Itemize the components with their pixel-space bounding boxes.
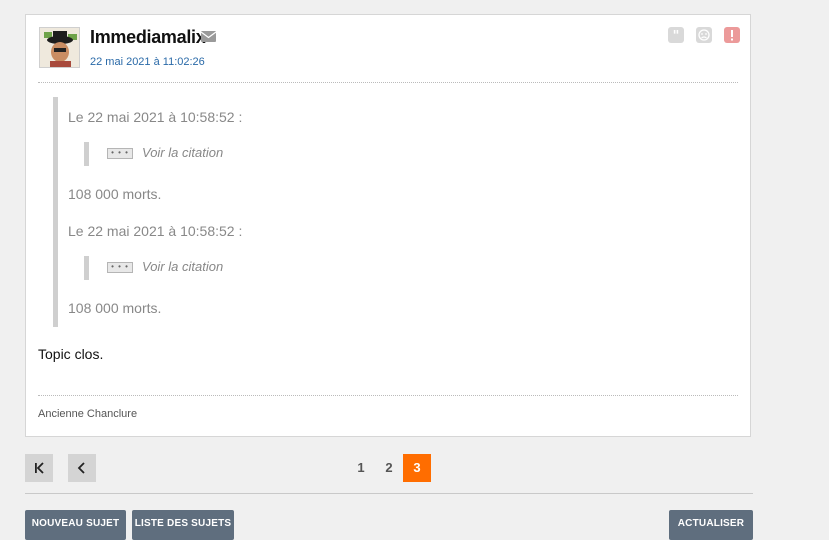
author-name[interactable]: Immediamalix bbox=[90, 27, 206, 48]
first-page-icon bbox=[35, 462, 44, 474]
quote-header: Le 22 mai 2021 à 10:58:52 : bbox=[68, 223, 243, 239]
quote-body: 108 000 morts. bbox=[68, 300, 162, 316]
signature: Ancienne Chanclure bbox=[38, 408, 138, 420]
quote-header: Le 22 mai 2021 à 10:58:52 : bbox=[68, 109, 243, 125]
chevron-left-icon bbox=[77, 462, 85, 474]
page-link-2[interactable]: 2 bbox=[375, 454, 403, 482]
page-link-3-current[interactable]: 3 bbox=[403, 454, 431, 482]
post-date[interactable]: 22 mai 2021 à 11:02:26 bbox=[90, 56, 205, 68]
expand-quote-button[interactable]: • • • bbox=[107, 262, 133, 273]
signature-divider bbox=[38, 395, 738, 396]
mail-icon[interactable] bbox=[201, 31, 216, 42]
avatar-image bbox=[40, 28, 79, 67]
avatar[interactable] bbox=[39, 27, 80, 68]
divider bbox=[38, 82, 738, 83]
new-topic-button[interactable]: NOUVEAU SUJET bbox=[25, 510, 126, 540]
refresh-button[interactable]: ACTUALISER bbox=[669, 510, 753, 540]
view-quote-link[interactable]: Voir la citation bbox=[142, 259, 223, 274]
alert-icon[interactable] bbox=[724, 27, 740, 43]
outer-quote: Le 22 mai 2021 à 10:58:52 : • • • Voir l… bbox=[53, 97, 693, 327]
expand-quote-button[interactable]: • • • bbox=[107, 148, 133, 159]
quote-icon[interactable]: " bbox=[668, 27, 684, 44]
post-message: Topic clos. bbox=[38, 346, 104, 362]
collapsed-quote: • • • Voir la citation bbox=[84, 256, 484, 280]
topic-list-button[interactable]: LISTE DES SUJETS bbox=[132, 510, 234, 540]
divider bbox=[25, 493, 753, 494]
previous-page-button[interactable] bbox=[68, 454, 96, 482]
collapsed-quote: • • • Voir la citation bbox=[84, 142, 484, 166]
sad-face-icon[interactable] bbox=[696, 27, 712, 43]
page-link-1[interactable]: 1 bbox=[347, 454, 375, 482]
svg-text:": " bbox=[673, 29, 680, 43]
quote-body: 108 000 morts. bbox=[68, 186, 162, 202]
view-quote-link[interactable]: Voir la citation bbox=[142, 145, 223, 160]
forum-post: Immediamalix 22 mai 2021 à 11:02:26 " Le… bbox=[25, 14, 751, 437]
first-page-button[interactable] bbox=[25, 454, 53, 482]
